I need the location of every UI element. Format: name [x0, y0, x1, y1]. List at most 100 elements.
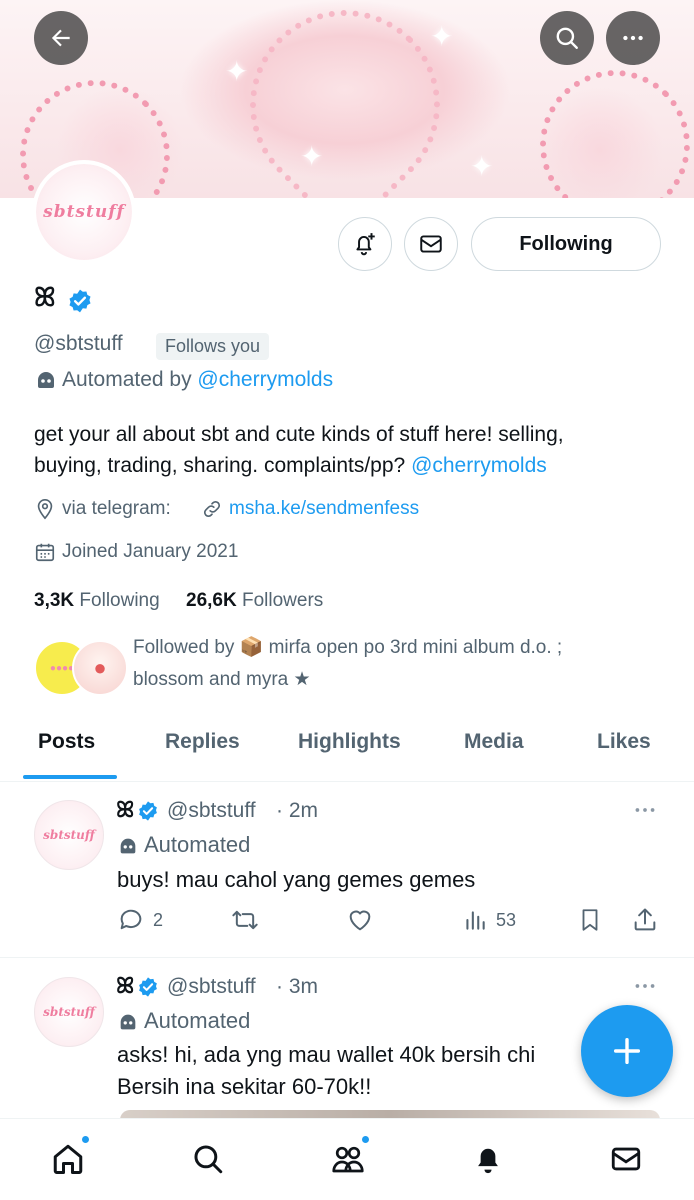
- search-button[interactable]: [540, 11, 594, 65]
- calendar-icon: [34, 541, 56, 568]
- post-timestamp[interactable]: · 3m: [276, 975, 318, 999]
- bottom-navigation: [0, 1118, 694, 1200]
- bio-text: buying, trading, sharing. complaints/pp?: [34, 454, 412, 477]
- nav-messages[interactable]: [606, 1139, 646, 1179]
- reply-icon: [120, 909, 142, 930]
- automated-by-link[interactable]: @cherrymolds: [197, 368, 333, 391]
- joined-date: Joined January 2021: [62, 541, 239, 562]
- tab-replies[interactable]: Replies: [165, 730, 240, 754]
- reply-count: 2: [153, 909, 164, 930]
- post-text-line-2: Bersih ina sekitar 60-70k!!: [117, 1074, 372, 1099]
- post-avatar-text: sbtstuff: [43, 828, 95, 842]
- automated-label: Automated: [144, 1008, 251, 1033]
- following-label: Following: [79, 590, 160, 611]
- following-count: 3,3K: [34, 590, 75, 611]
- profile-handle: @sbtstuff: [34, 332, 123, 355]
- avatar-logo-text: sbtstuff: [43, 202, 125, 222]
- post-avatar[interactable]: sbtstuff: [34, 977, 104, 1047]
- more-options-button[interactable]: [606, 11, 660, 65]
- avatar-image: sbtstuff: [36, 164, 132, 260]
- bookmark-action[interactable]: [577, 906, 603, 934]
- followed-by-line-2[interactable]: blossom and myra ★: [133, 668, 311, 691]
- verified-badge-icon: [137, 800, 159, 827]
- sparkle-icon: ✦: [225, 56, 249, 87]
- post-handle[interactable]: @sbtstuff: [167, 799, 256, 823]
- post-text: buys! mau cahol yang gemes gemes: [117, 867, 476, 892]
- mail-icon: [420, 235, 442, 253]
- verified-badge-icon: [67, 288, 93, 319]
- post-more-icon[interactable]: [632, 800, 658, 825]
- automated-by-label: Automated by: [62, 368, 198, 391]
- back-button[interactable]: [34, 11, 88, 65]
- followers-count-link[interactable]: 26,6K Followers: [186, 590, 323, 612]
- tab-posts[interactable]: Posts: [38, 730, 95, 754]
- home-icon: [53, 1144, 83, 1174]
- verified-badge-icon: [137, 976, 159, 1003]
- post-display-name[interactable]: ꕤ: [116, 797, 134, 823]
- robot-icon: [34, 368, 58, 397]
- post-timestamp[interactable]: · 2m: [276, 799, 318, 823]
- nav-home[interactable]: [48, 1135, 90, 1179]
- sparkle-icon: ✦: [430, 21, 454, 52]
- post-display-name[interactable]: ꕤ: [116, 973, 134, 999]
- following-count-link[interactable]: 3,3K Following: [34, 590, 160, 612]
- post-more-icon[interactable]: [632, 976, 658, 1001]
- active-tab-indicator: [23, 775, 117, 779]
- tab-likes[interactable]: Likes: [597, 730, 651, 754]
- nav-search[interactable]: [188, 1139, 228, 1179]
- analytics-icon: [466, 911, 485, 930]
- more-horizontal-icon: [623, 35, 643, 41]
- repost-action[interactable]: [230, 906, 260, 934]
- home-notification-dot: [81, 1135, 90, 1144]
- sparkle-icon: ✦: [300, 141, 324, 172]
- follower-avatar-2: ●: [72, 640, 128, 696]
- post-avatar[interactable]: sbtstuff: [34, 800, 104, 870]
- profile-website-link[interactable]: msha.ke/sendmenfess: [229, 498, 419, 520]
- post-text-line-1: asks! hi, ada yng mau wallet 40k bersih …: [117, 1042, 536, 1067]
- post-avatar-text: sbtstuff: [43, 1005, 95, 1019]
- location-pin-icon: [34, 498, 56, 525]
- bio-mention-link[interactable]: @cherrymolds: [411, 454, 547, 477]
- bell-icon: [478, 1148, 498, 1174]
- plus-icon: [613, 1037, 641, 1065]
- nav-communities[interactable]: [328, 1135, 370, 1179]
- following-button[interactable]: Following: [471, 217, 661, 271]
- robot-icon: [117, 835, 139, 862]
- profile-avatar[interactable]: sbtstuff: [32, 160, 136, 264]
- communities-notification-dot: [361, 1135, 370, 1144]
- views-action[interactable]: 53: [462, 906, 516, 934]
- bio-line-2: buying, trading, sharing. complaints/pp?…: [34, 454, 547, 478]
- share-action[interactable]: [631, 906, 659, 934]
- like-action[interactable]: [346, 906, 374, 934]
- arrow-left-icon: [51, 29, 70, 47]
- search-icon: [556, 27, 578, 49]
- profile-tabs: Posts Replies Highlights Media Likes: [0, 718, 694, 782]
- followed-by-line-1[interactable]: Followed by 📦 mirfa open po 3rd mini alb…: [133, 635, 562, 659]
- nav-notifications[interactable]: [468, 1139, 508, 1179]
- heart-icon: [349, 910, 371, 931]
- views-count: 53: [496, 909, 517, 930]
- search-icon: [194, 1145, 223, 1174]
- followers-label: Followers: [241, 590, 324, 611]
- bell-plus-icon: [356, 233, 375, 256]
- robot-icon: [117, 1011, 139, 1038]
- compose-post-button[interactable]: [581, 1005, 673, 1097]
- notifications-subscribe-button[interactable]: [338, 217, 392, 271]
- post-divider: [0, 957, 694, 958]
- mail-icon: [611, 1147, 641, 1171]
- tab-highlights[interactable]: Highlights: [298, 730, 401, 754]
- tab-media[interactable]: Media: [464, 730, 524, 754]
- message-button[interactable]: [404, 217, 458, 271]
- post-handle[interactable]: @sbtstuff: [167, 975, 256, 999]
- bio-line-1: get your all about sbt and cute kinds of…: [34, 423, 564, 446]
- share-icon: [634, 908, 656, 931]
- followers-count: 26,6K: [186, 590, 237, 611]
- repost-icon: [232, 910, 258, 930]
- automated-by-row: Automated by @cherrymolds: [62, 368, 333, 392]
- automated-label: Automated: [144, 832, 251, 857]
- location-text: via telegram:: [62, 498, 171, 519]
- communities-icon: [332, 1146, 364, 1173]
- follows-you-badge: Follows you: [156, 333, 270, 360]
- sparkle-icon: ✦: [470, 151, 494, 182]
- reply-action[interactable]: 2: [117, 906, 163, 934]
